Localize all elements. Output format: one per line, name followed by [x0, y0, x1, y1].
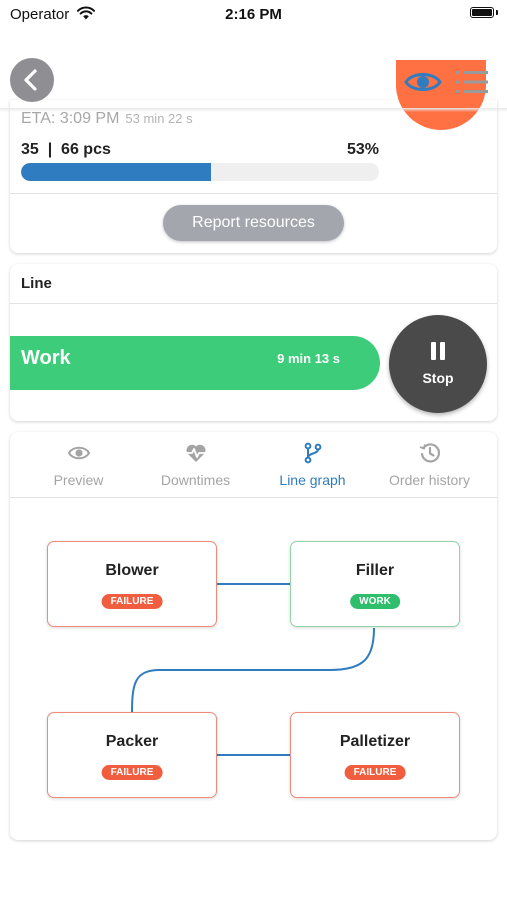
eye-icon	[68, 446, 90, 460]
chevron-left-icon	[24, 69, 37, 91]
eta-text: ETA: 3:09 PM 53 min 22 s	[21, 110, 193, 128]
node-packer[interactable]: Packer FAILURE	[47, 712, 217, 798]
node-name: Packer	[105, 733, 159, 750]
order-progress-fill	[21, 163, 211, 181]
node-name: Palletizer	[339, 733, 411, 750]
order-progress-bar	[21, 163, 379, 181]
status-badge: FAILURE	[101, 594, 163, 609]
back-button[interactable]	[10, 58, 54, 102]
line-state-duration: 9 min 13 s	[277, 351, 340, 366]
status-badge: FAILURE	[344, 765, 406, 780]
pause-icon	[431, 342, 445, 360]
node-filler[interactable]: Filler WORK	[290, 541, 460, 627]
eye-icon[interactable]	[404, 66, 442, 98]
battery-icon	[470, 7, 494, 18]
tab-preview[interactable]: Preview	[20, 438, 137, 496]
branch-icon	[304, 442, 322, 464]
list-icon[interactable]	[456, 68, 488, 96]
progress-percent: 53%	[346, 141, 379, 158]
tab-label: Downtimes	[160, 472, 231, 488]
status-badge: FAILURE	[101, 765, 163, 780]
status-time: 2:16 PM	[225, 6, 282, 23]
history-icon	[419, 443, 441, 463]
eta-time: ETA: 3:09 PM	[21, 110, 120, 127]
stop-button[interactable]	[389, 315, 487, 413]
heart-pulse-icon	[186, 444, 206, 462]
tab-label: Preview	[53, 472, 104, 488]
node-name: Filler	[355, 562, 395, 579]
tab-line-graph[interactable]: Line graph	[254, 438, 371, 496]
pieces-count: 35 | 66 pcs	[21, 141, 111, 158]
report-resources-button[interactable]: Report resources	[163, 205, 344, 241]
stop-button-label: Stop	[422, 370, 454, 386]
status-badge: WORK	[350, 594, 400, 609]
divider	[10, 303, 497, 304]
status-bar: Operator 2:16 PM	[0, 0, 507, 30]
node-name: Blower	[105, 562, 159, 579]
line-state-label: Work	[21, 347, 71, 369]
tab-label: Order history	[389, 472, 470, 488]
tab-label: Line graph	[279, 472, 346, 488]
node-blower[interactable]: Blower FAILURE	[47, 541, 217, 627]
tab-order-history[interactable]: Order history	[371, 438, 488, 496]
tab-downtimes[interactable]: Downtimes	[137, 438, 254, 496]
nav-shadow	[0, 108, 507, 112]
battery-tip	[496, 10, 498, 15]
eta-remaining: 53 min 22 s	[125, 111, 193, 126]
node-palletizer[interactable]: Palletizer FAILURE	[290, 712, 460, 798]
connector-filler-packer	[131, 627, 375, 714]
line-title: Line	[21, 275, 52, 292]
divider	[10, 193, 497, 194]
